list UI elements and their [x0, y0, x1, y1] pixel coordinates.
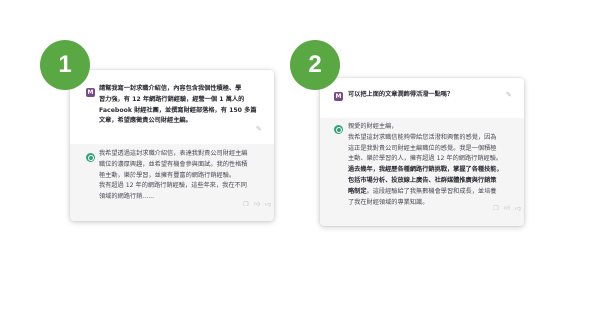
user-avatar: M — [86, 88, 95, 97]
assistant-line: 略制定。這段經驗給了我無數機會學習和成長，並培養 — [348, 187, 497, 195]
user-avatar: M — [334, 92, 343, 101]
edit-icon[interactable]: ✎ — [506, 92, 512, 99]
assistant-message: 我希望透過這封求職介紹信，表達我對貴公司財經主編 職位的濃厚興趣，並希望有機會參… — [70, 144, 274, 221]
assistant-message-text: 親愛的財經主編， 我希望這封求職信能夠帶給您活潑和興奮的感覺，因為 這正是我對貴… — [348, 122, 503, 208]
user-line: Facebook 財經社團，並撰寫財經部落格，有 150 多篇 — [99, 106, 257, 114]
user-line: 習力強，有 12 年網路行銷經驗，經營一個 1 萬人的 — [99, 95, 245, 103]
assistant-line: 我希望透過這封求職介紹信，表達我對貴公司財經主編 — [99, 150, 248, 157]
step-badge-1: 1 — [40, 40, 90, 90]
thumbs-down-icon[interactable]: 👎︎ — [515, 206, 521, 212]
thumbs-up-icon[interactable]: 👍︎ — [254, 202, 260, 208]
user-message: M 可以把上面的文章潤飾得活潑一點嗎？ ✎ — [320, 78, 524, 108]
user-message-text: 請幫我寫一封求職介紹信，內容包含我個性積極、學 習力強，有 12 年網路行銷經驗… — [99, 84, 257, 127]
assistant-line: 領域的網路行銷...... — [99, 193, 155, 201]
thumbs-up-icon[interactable]: 👍︎ — [504, 206, 510, 212]
assistant-line: 我有超過 12 年的網路行銷經驗，這些年來，我在不同 — [99, 182, 247, 190]
assistant-line: 包括市場分析、投放線上廣告、社群媒體推廣與行銷策 — [348, 176, 497, 184]
assistant-line: 親愛的財經主編， — [348, 123, 398, 130]
chat-panel-2: M 可以把上面的文章潤飾得活潑一點嗎？ ✎ 親愛的財經主編， 我希望這封求職信能… — [320, 78, 524, 226]
step-badge-2: 2 — [290, 40, 340, 90]
assistant-line: 主動、樂於學習的人，擁有超過 12 年的網路行銷經驗。 — [348, 155, 503, 163]
assistant-avatar — [334, 125, 343, 134]
assistant-line: 過去幾年，我經歷各種網路行銷挑戰，掌握了各種技能， — [348, 166, 503, 174]
copy-icon[interactable]: ❐ — [493, 206, 499, 212]
assistant-line: 了我在財經領域的專業知識。 — [348, 198, 429, 206]
assistant-message-text: 我希望透過這封求職介紹信，表達我對貴公司財經主編 職位的濃厚興趣，並希望有機會參… — [99, 149, 248, 203]
user-message-text: 可以把上面的文章潤飾得活潑一點嗎？ — [348, 91, 454, 98]
assistant-avatar — [86, 153, 95, 162]
user-line: 請幫我寫一封求職介紹信，內容包含我個性積極、學 — [99, 85, 242, 92]
assistant-line: 這正是我對貴公司財經主編職位的感覺。我是一個積極 — [348, 144, 497, 152]
feedback-buttons: ❐ 👍︎ 👎︎ — [493, 206, 521, 212]
user-message: M 請幫我寫一封求職介紹信，內容包含我個性積極、學 習力強，有 12 年網路行銷… — [70, 70, 274, 136]
copy-icon[interactable]: ❐ — [243, 202, 249, 208]
chat-panel-1: M 請幫我寫一封求職介紹信，內容包含我個性積極、學 習力強，有 12 年網路行銷… — [70, 70, 274, 221]
assistant-message: 親愛的財經主編， 我希望這封求職信能夠帶給您活潑和興奮的感覺，因為 這正是我對貴… — [320, 118, 524, 226]
assistant-line: 職位的濃厚興趣，並希望有機會參與面試。我的性格積 — [99, 160, 248, 168]
assistant-line: 極主動，樂於學習，並擁有豐富的網路行銷經驗。 — [99, 171, 236, 179]
assistant-line: 我希望這封求職信能夠帶給您活潑和興奮的感覺，因為 — [348, 133, 497, 141]
thumbs-down-icon[interactable]: 👎︎ — [265, 202, 271, 208]
edit-icon[interactable]: ✎ — [256, 126, 262, 133]
user-line: 文章，希望應徵貴公司財經主編。 — [99, 117, 192, 125]
feedback-buttons: ❐ 👍︎ 👎︎ — [243, 202, 271, 208]
